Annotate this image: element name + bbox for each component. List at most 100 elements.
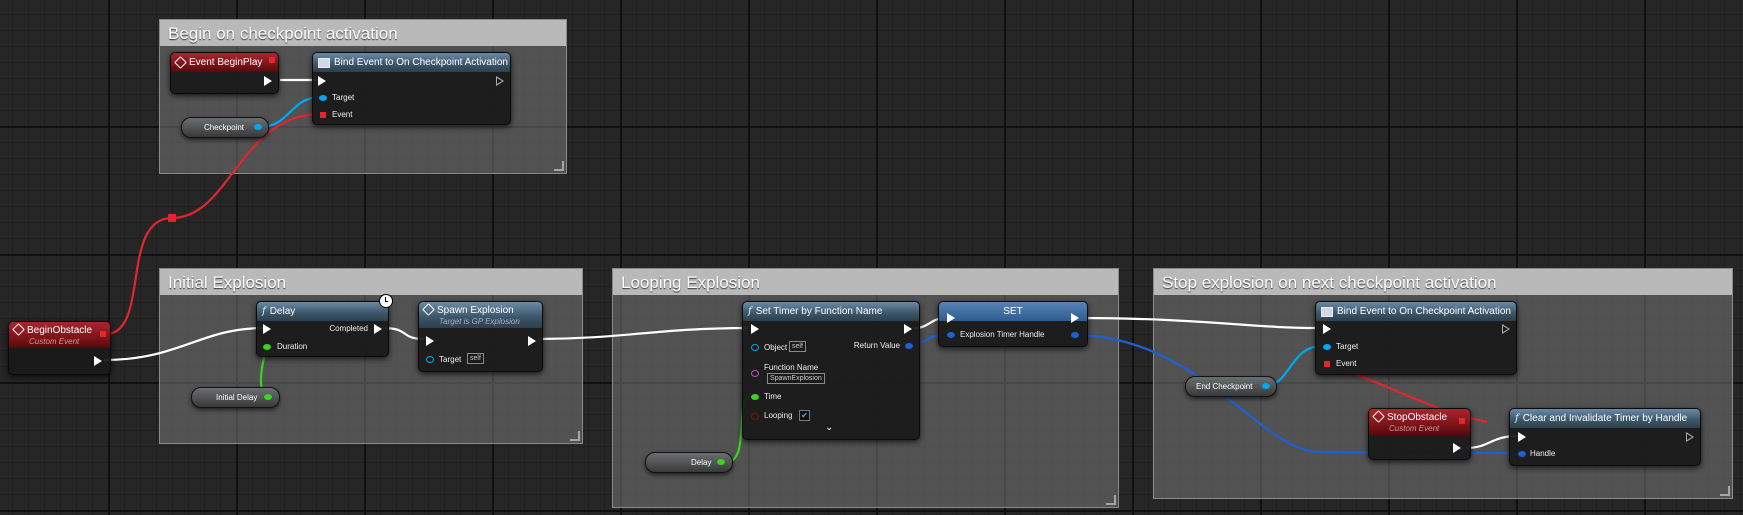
node-header[interactable]: Spawn Explosion Target is GP Explosion [419,302,542,328]
function-icon: f [262,306,266,317]
function-name-pin[interactable] [751,370,759,377]
comment-title[interactable]: Stop explosion on next checkpoint activa… [1154,269,1732,295]
object-pin[interactable] [1262,383,1270,389]
pin-label: Event [332,110,353,119]
resize-grip-icon[interactable] [1106,495,1116,505]
end-checkpoint-variable[interactable]: End Checkpoint [1185,376,1277,397]
expand-arrow-icon[interactable]: ⌄ [825,422,833,433]
node-header[interactable]: SET [939,302,1087,321]
bind-event-node[interactable]: Bind Event to On Checkpoint Activation T… [1315,301,1517,375]
exec-out-pin[interactable] [528,336,536,346]
time-pin[interactable] [751,394,759,400]
delegate-pin[interactable] [1459,418,1465,424]
looping-pin[interactable] [751,413,759,420]
node-header[interactable]: StopObstacle Custom Event [1369,409,1470,435]
exec-out-pin[interactable] [1686,432,1694,442]
looping-checkbox[interactable]: ✔ [799,410,810,421]
exec-out-pin[interactable] [1071,313,1079,323]
timer-handle-out-pin[interactable] [1071,332,1079,338]
object-pin[interactable] [254,124,262,130]
node-header[interactable]: Event BeginPlay [171,53,278,72]
node-title: Event BeginPlay [189,57,263,68]
function-name-field[interactable]: SpawnExplosion [767,373,825,384]
delay-node[interactable]: f Delay Completed Duration [256,301,389,357]
exec-out-pin[interactable] [264,76,272,86]
spawn-explosion-node[interactable]: Spawn Explosion Target is GP Explosion Ta… [418,301,543,372]
event-icon [12,323,25,336]
exec-in-pin[interactable] [1323,324,1331,334]
begin-obstacle-node[interactable]: BeginObstacle Custom Event [8,321,111,375]
node-header[interactable]: f Clear and Invalidate Timer by Handle [1510,409,1700,428]
resize-grip-icon[interactable] [554,161,564,171]
return-value-pin[interactable] [905,343,913,349]
bind-event-node[interactable]: Bind Event to On Checkpoint Activation T… [312,52,511,125]
event-beginplay-node[interactable]: Event BeginPlay [170,52,279,94]
pin-label: Completed [329,324,368,333]
handle-pin[interactable] [1518,451,1526,457]
exec-in-pin[interactable] [751,324,759,334]
function-icon: f [1515,413,1519,424]
stop-obstacle-node[interactable]: StopObstacle Custom Event [1368,408,1471,460]
set-variable-node[interactable]: SET Explosion Timer Handle [938,301,1088,347]
event-pin[interactable] [320,112,326,118]
clear-timer-node[interactable]: f Clear and Invalidate Timer by Handle Ha… [1509,408,1701,466]
node-subtitle: Target is GP Explosion [439,317,520,326]
exec-out-pin[interactable] [904,324,912,334]
resize-grip-icon[interactable] [570,431,580,441]
resize-grip-icon[interactable] [1720,486,1730,496]
self-literal[interactable]: self [467,353,484,364]
initial-delay-variable[interactable]: Initial Delay [191,387,280,408]
delay-variable[interactable]: Delay [645,452,733,473]
node-title: Spawn Explosion [437,305,514,316]
exec-out-pin[interactable] [94,356,102,366]
latent-clock-icon [379,294,393,308]
node-header[interactable]: Bind Event to On Checkpoint Activation [1316,302,1516,321]
variable-label: Checkpoint [204,123,245,132]
exec-in-pin[interactable] [318,76,326,86]
comment-title[interactable]: Looping Explosion [613,269,1118,295]
node-title: Delay [269,306,296,317]
exec-in-pin[interactable] [263,324,271,334]
variable-label: Delay [691,458,712,467]
exec-out-pin[interactable] [374,324,382,334]
object-pin[interactable] [751,344,759,351]
checkpoint-variable[interactable]: Checkpoint [181,117,269,138]
exec-in-pin[interactable] [426,336,434,346]
node-header[interactable]: Bind Event to On Checkpoint Activation [313,53,510,72]
pin-label: Duration [277,342,308,351]
set-timer-node[interactable]: f Set Timer by Function Name Object self … [742,301,920,440]
self-literal[interactable]: self [789,341,806,352]
node-header[interactable]: f Set Timer by Function Name [743,302,919,321]
comment-title[interactable]: Initial Explosion [160,269,582,295]
exec-out-pin[interactable] [496,76,504,86]
pin-label: Object [764,343,788,352]
pin-label: Target [1336,342,1359,351]
exec-out-pin[interactable] [1453,443,1461,453]
node-title: SET [1003,306,1023,317]
node-subtitle: Custom Event [1389,424,1440,433]
delegate-pin[interactable] [269,57,275,63]
target-pin[interactable] [319,95,327,101]
target-pin[interactable] [426,356,434,363]
node-title: Bind Event to On Checkpoint Activation [1337,306,1511,317]
target-pin[interactable] [1323,344,1331,350]
pin-label: Target [332,93,355,102]
node-header[interactable]: f Delay [257,302,388,321]
event-icon [422,303,435,316]
exec-out-pin[interactable] [1502,324,1510,334]
bind-icon [318,57,330,68]
reroute-node[interactable] [168,214,176,222]
float-pin[interactable] [264,394,272,400]
timer-handle-in-pin[interactable] [947,332,955,338]
node-header[interactable]: BeginObstacle Custom Event [9,322,110,348]
delegate-pin[interactable] [100,331,106,337]
exec-in-pin[interactable] [947,313,955,323]
float-pin[interactable] [717,459,725,465]
event-pin[interactable] [1324,361,1330,367]
function-icon: f [748,306,752,317]
exec-in-pin[interactable] [1518,432,1526,442]
duration-pin[interactable] [263,344,271,350]
comment-title[interactable]: Begin on checkpoint activation [160,20,566,46]
event-icon [174,56,187,69]
pin-label: Handle [1530,449,1556,458]
